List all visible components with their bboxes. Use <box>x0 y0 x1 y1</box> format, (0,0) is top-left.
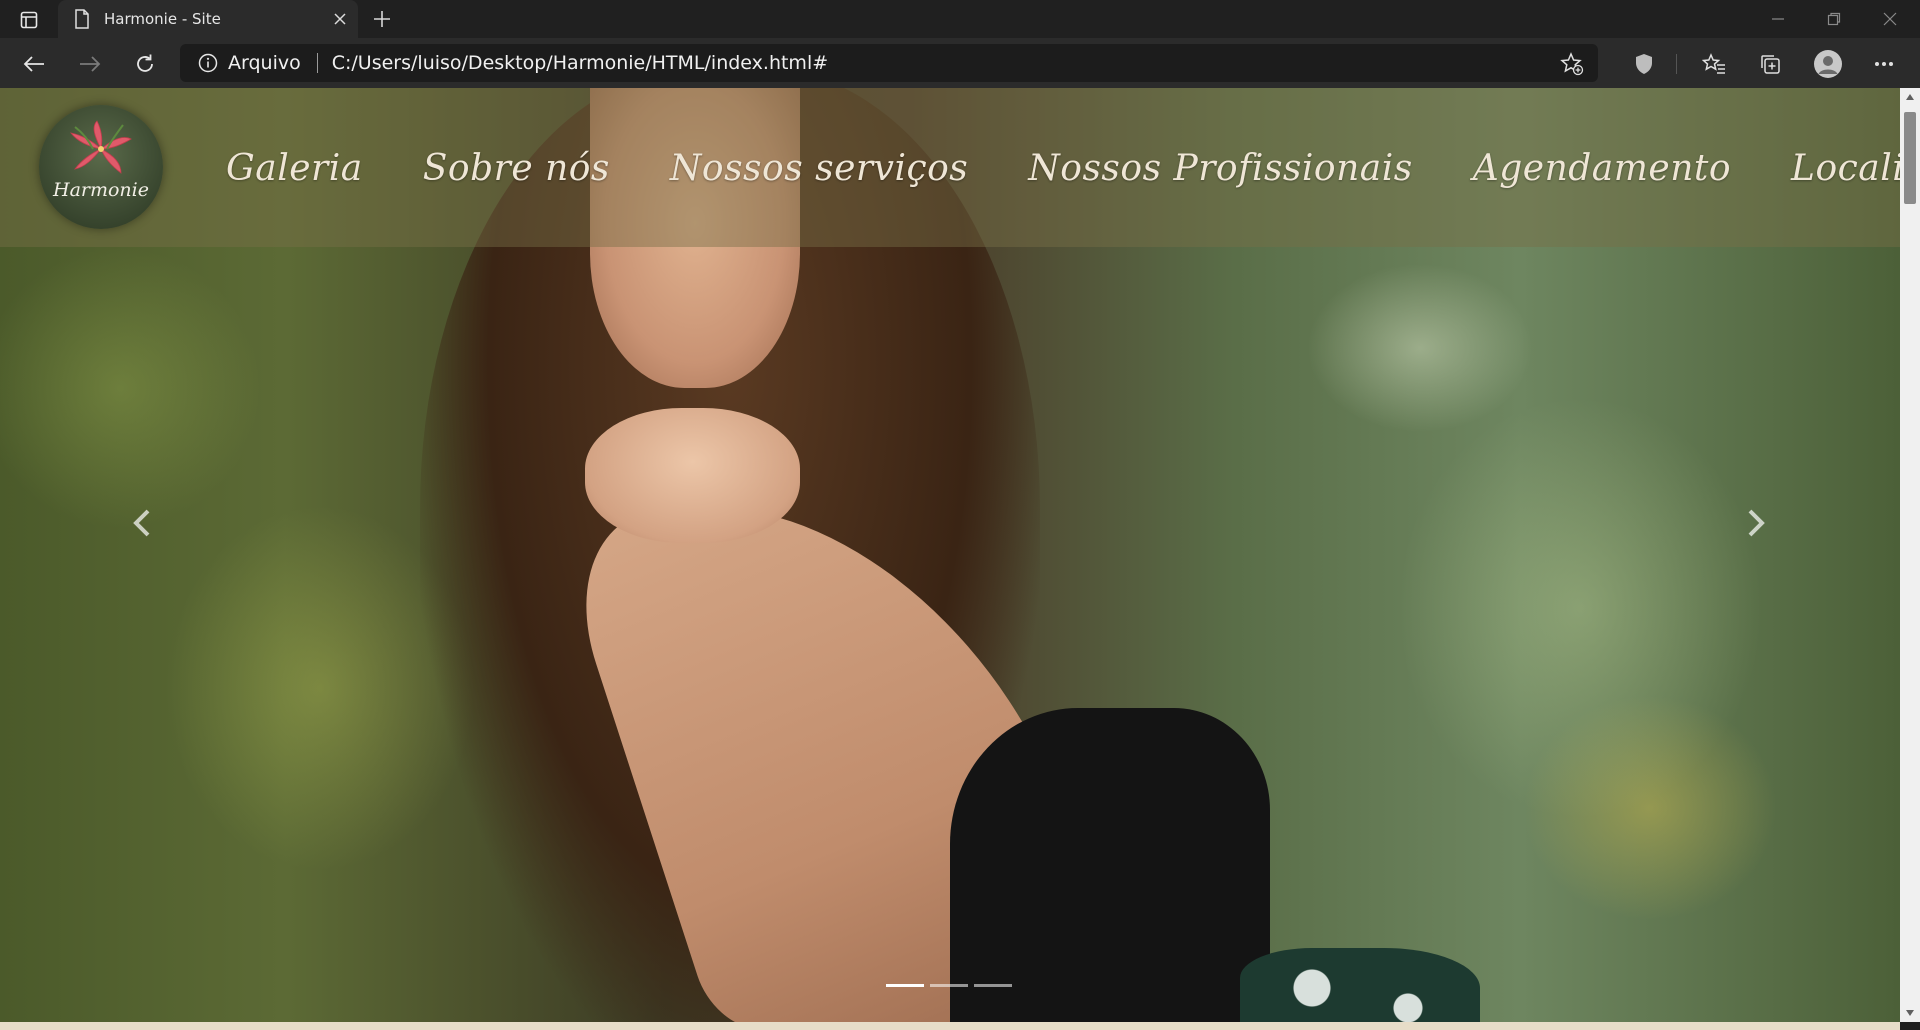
page-viewport: Harmonie Galeria Sobre nós Nossos serviç… <box>0 88 1900 1022</box>
collections-icon[interactable] <box>1752 46 1788 82</box>
scroll-down-arrow-icon[interactable] <box>1900 1004 1920 1022</box>
model-hand <box>585 408 800 543</box>
chevron-left-icon <box>133 509 150 537</box>
plus-icon <box>374 11 390 27</box>
site-scheme-label: Arquivo <box>228 52 301 74</box>
nav-link-nossos-servicos[interactable]: Nossos serviços <box>670 148 968 189</box>
restore-icon <box>1827 12 1841 26</box>
carousel-indicator-3[interactable] <box>974 984 1012 987</box>
forward-button[interactable] <box>72 46 108 82</box>
nav-link-galeria[interactable]: Galeria <box>226 148 363 189</box>
toolbar-divider <box>1676 54 1677 74</box>
url-text[interactable]: C:/Users/luiso/Desktop/Harmonie/HTML/ind… <box>332 52 828 74</box>
profile-avatar-icon[interactable] <box>1810 46 1846 82</box>
site-logo[interactable]: Harmonie <box>39 105 163 229</box>
scrollbar-thumb[interactable] <box>1904 112 1916 204</box>
new-tab-button[interactable] <box>366 4 398 34</box>
address-bar[interactable]: Arquivo C:/Users/luiso/Desktop/Harmonie/… <box>180 44 1598 82</box>
more-menu-icon[interactable] <box>1866 46 1902 82</box>
arrow-right-icon <box>80 56 101 72</box>
tab-title: Harmonie - Site <box>104 10 221 28</box>
document-icon <box>74 9 90 29</box>
carousel-prev-button[interactable] <box>122 498 162 548</box>
browser-toolbar: Arquivo C:/Users/luiso/Desktop/Harmonie/… <box>0 38 1920 88</box>
main-nav: Galeria Sobre nós Nossos serviços Nossos… <box>226 138 1900 198</box>
arrow-left-icon <box>23 56 44 72</box>
nav-link-nossos-profissionais[interactable]: Nossos Profissionais <box>1028 148 1412 189</box>
carousel-indicators <box>886 984 1018 987</box>
favorites-icon[interactable] <box>1696 46 1732 82</box>
minimize-button[interactable] <box>1750 0 1806 38</box>
info-icon[interactable] <box>198 53 218 73</box>
nav-link-localizacao[interactable]: Localização <box>1791 148 1900 189</box>
close-window-button[interactable] <box>1862 0 1918 38</box>
model-skirt <box>1240 948 1480 1022</box>
browser-tab-active[interactable]: Harmonie - Site <box>58 0 358 38</box>
page-scrollbar[interactable] <box>1900 88 1920 1022</box>
carousel-indicator-2[interactable] <box>930 984 968 987</box>
nav-link-sobre-nos[interactable]: Sobre nós <box>423 148 610 189</box>
restore-button[interactable] <box>1806 0 1862 38</box>
model-top <box>950 708 1270 1022</box>
address-separator <box>316 53 318 73</box>
tab-actions-icon[interactable] <box>14 8 44 32</box>
nav-link-agendamento[interactable]: Agendamento <box>1473 148 1731 189</box>
carousel-indicator-1[interactable] <box>886 984 924 987</box>
back-button[interactable] <box>16 46 52 82</box>
minimize-icon <box>1772 18 1784 20</box>
chevron-right-icon <box>1748 509 1765 537</box>
refresh-icon <box>137 54 153 72</box>
tab-close-icon[interactable] <box>322 1 358 37</box>
logo-text: Harmonie <box>53 179 149 201</box>
carousel-next-button[interactable] <box>1736 498 1776 548</box>
add-favorite-icon[interactable] <box>1560 52 1584 76</box>
page-bottom-strip <box>0 1022 1900 1030</box>
reload-button[interactable] <box>127 46 163 82</box>
browser-titlebar: Harmonie - Site <box>0 0 1920 38</box>
tracking-prevention-icon[interactable] <box>1626 46 1662 82</box>
scroll-up-arrow-icon[interactable] <box>1900 88 1920 106</box>
site-navbar: Harmonie Galeria Sobre nós Nossos serviç… <box>0 88 1900 247</box>
close-icon <box>1883 12 1897 26</box>
